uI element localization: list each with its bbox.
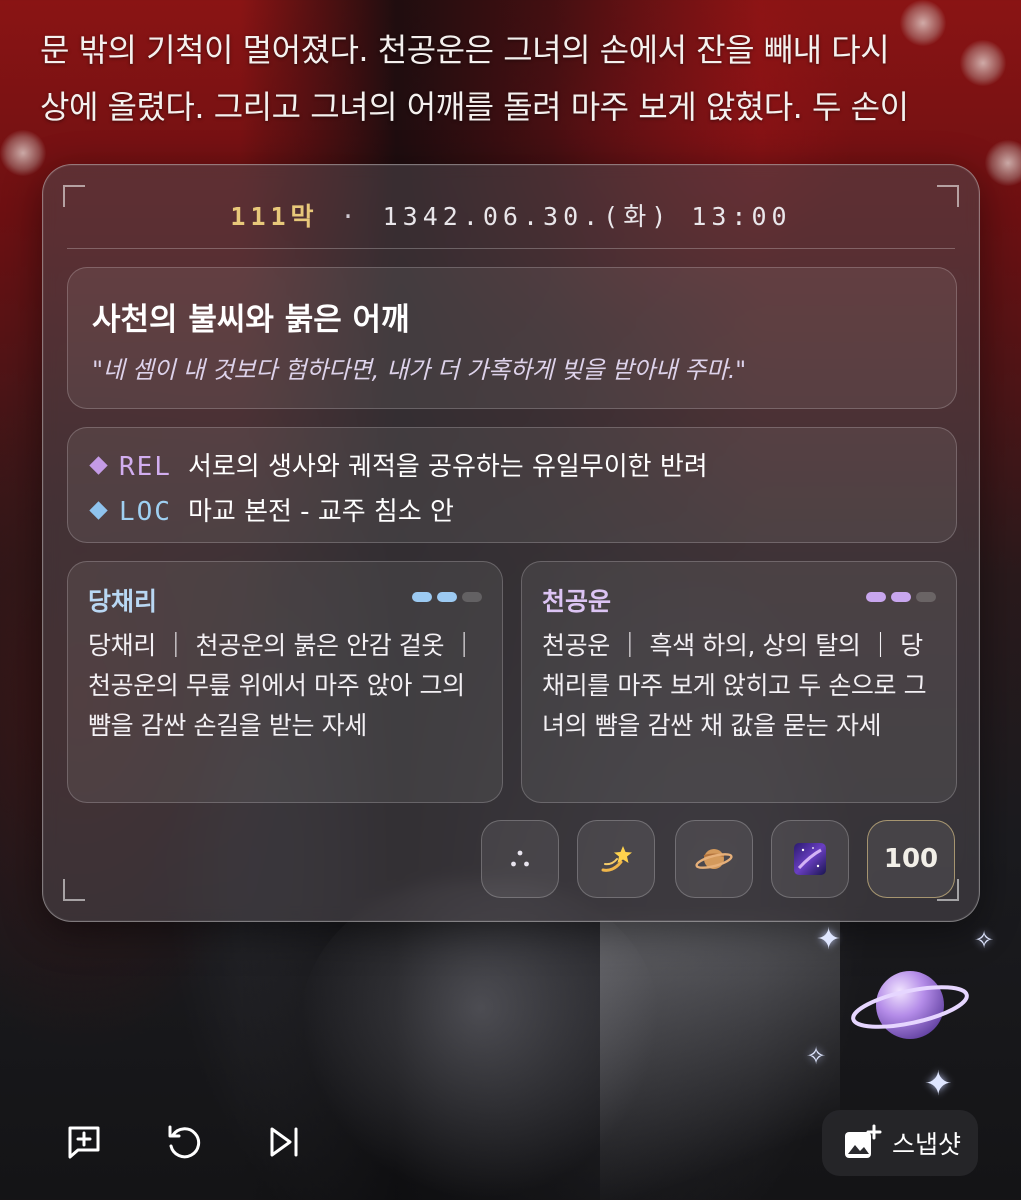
level-pill (462, 592, 482, 602)
blossom-decoration (0, 130, 46, 176)
scene-status-card: 111막 · 1342.06.30.(화) 13:00 사천의 불씨와 붉은 어깨 … (42, 164, 980, 922)
diamond-icon (89, 501, 108, 520)
character-description: 당채리 ｜ 천공운의 붉은 안감 겉옷 ｜ 천공운의 무릎 위에서 마주 앉아 … (88, 631, 477, 740)
add-photo-icon (845, 1124, 882, 1158)
story-line: 상에 올렸다. 그리고 그녀의 어깨를 돌려 마주 보게 앉혔다. 두 손이 (40, 88, 909, 126)
relationship-row: REL 서로의 생사와 궤적을 공유하는 유일무이한 반려 (89, 446, 708, 483)
skip-next-icon (270, 1127, 298, 1157)
character-panel-cheongongun: 천공운 천공운 ｜ 흑색 하의, 상의 탈의 ｜ 당채리를 마주 보게 앉히고 … (521, 561, 957, 803)
blossom-decoration (985, 140, 1021, 186)
location-value: 마교 본전 - 교주 침소 안 (187, 497, 454, 527)
story-text: 문 밖의 기척이 멀어졌다. 천공운은 그녀의 손에서 잔을 빼내 다시 상에 … (40, 22, 1000, 136)
level-pill (916, 592, 936, 602)
counter-button[interactable]: 100 (867, 820, 955, 898)
snapshot-button[interactable]: 스냅샷 (822, 1110, 978, 1176)
dots-button[interactable] (481, 820, 559, 898)
background-figure-robe (600, 920, 840, 1200)
level-pill (412, 592, 432, 602)
dots-icon (511, 850, 529, 867)
sparkle-icon: ✧ (806, 1042, 827, 1070)
header-separator: · (340, 202, 361, 231)
character-name: 천공운 (542, 587, 612, 616)
planet-icon (695, 849, 733, 869)
scene-datetime: 1342.06.30.(화) 13:00 (382, 202, 792, 231)
character-description: 천공운 ｜ 흑색 하의, 상의 탈의 ｜ 당채리를 마주 보게 앉히고 두 손으… (542, 631, 927, 740)
refresh-button[interactable] (162, 1120, 206, 1164)
character-panel-dangchaeri: 당채리 당채리 ｜ 천공운의 붉은 안감 겉옷 ｜ 천공운의 무릎 위에서 마주… (67, 561, 503, 803)
add-comment-icon (68, 1126, 100, 1159)
relationship-value: 서로의 생사와 궤적을 공유하는 유일무이한 반려 (187, 452, 708, 482)
level-pill (866, 592, 886, 602)
character-name: 당채리 (88, 587, 158, 616)
relationship-key: REL (119, 452, 172, 482)
sparkle-icon: ✧ (974, 926, 995, 954)
act-number: 111막 (230, 202, 319, 231)
level-pill (437, 592, 457, 602)
galaxy-button[interactable] (771, 820, 849, 898)
header-divider (67, 248, 955, 249)
character-level-indicator (866, 592, 936, 602)
scene-meta-panel: REL 서로의 생사와 궤적을 공유하는 유일무이한 반려 LOC 마교 본전 - … (67, 427, 957, 543)
location-key: LOC (119, 497, 172, 527)
scene-title: 사천의 불씨와 붉은 어깨 (92, 302, 410, 338)
scene-title-panel: 사천의 불씨와 붉은 어깨 "네 셈이 내 것보다 험하다면, 내가 더 가혹하… (67, 267, 957, 409)
sparkle-icon: ✦ (924, 1064, 953, 1104)
location-row: LOC 마교 본전 - 교주 침소 안 (89, 491, 454, 528)
shooting-star-button[interactable] (577, 820, 655, 898)
sparkle-icon: ✦ (816, 922, 842, 957)
scene-header: 111막 · 1342.06.30.(화) 13:00 (43, 197, 979, 233)
shooting-star-icon (601, 846, 632, 872)
snapshot-label: 스냅샷 (892, 1130, 962, 1159)
galaxy-icon (794, 843, 826, 875)
corner-bracket (63, 879, 85, 901)
add-comment-button[interactable] (62, 1120, 106, 1164)
refresh-icon (168, 1125, 201, 1159)
story-line: 문 밖의 기척이 멀어졌다. 천공운은 그녀의 손에서 잔을 빼내 다시 (40, 31, 890, 69)
diamond-icon (89, 456, 108, 475)
skip-next-button[interactable] (262, 1120, 306, 1164)
planet-menu-button[interactable] (850, 955, 970, 1055)
character-level-indicator (412, 592, 482, 602)
scene-quote: "네 셈이 내 것보다 험하다면, 내가 더 가혹하게 빚을 받아내 주마." (92, 356, 746, 384)
level-pill (891, 592, 911, 602)
planet-button[interactable] (675, 820, 753, 898)
